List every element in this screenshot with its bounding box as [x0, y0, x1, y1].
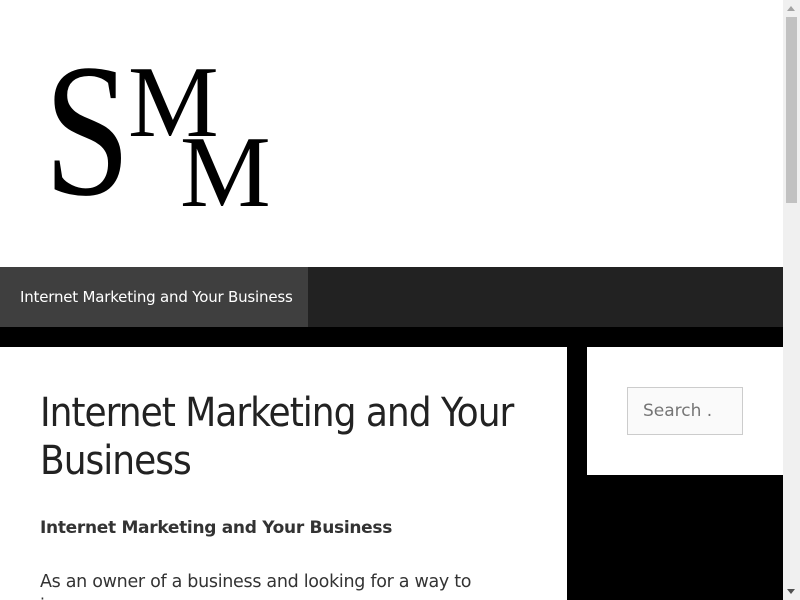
nav-item-internet-marketing[interactable]: Internet Marketing and Your Business: [0, 267, 308, 327]
svg-text:S: S: [44, 38, 131, 213]
site-header: S M M: [0, 0, 783, 267]
site-logo: S M M: [44, 38, 271, 213]
main-navigation: Internet Marketing and Your Business: [0, 267, 783, 327]
entry-subheading: Internet Marketing and Your Business: [40, 518, 393, 538]
page: S M M Internet Marketing and Your Busine…: [0, 0, 783, 600]
sidebar-search-widget: [587, 347, 783, 475]
entry-paragraph: As an owner of a business and looking fo…: [40, 572, 472, 600]
scroll-down-arrow-icon[interactable]: [783, 583, 800, 600]
scroll-up-arrow-icon[interactable]: [783, 0, 800, 17]
svg-text:M: M: [180, 116, 271, 213]
entry-title: Internet Marketing and Your Business: [40, 390, 514, 484]
scrollbar-thumb[interactable]: [786, 17, 797, 203]
main-content: Internet Marketing and Your Business Int…: [0, 347, 567, 600]
vertical-scrollbar[interactable]: [783, 0, 800, 600]
search-input[interactable]: [627, 387, 743, 435]
